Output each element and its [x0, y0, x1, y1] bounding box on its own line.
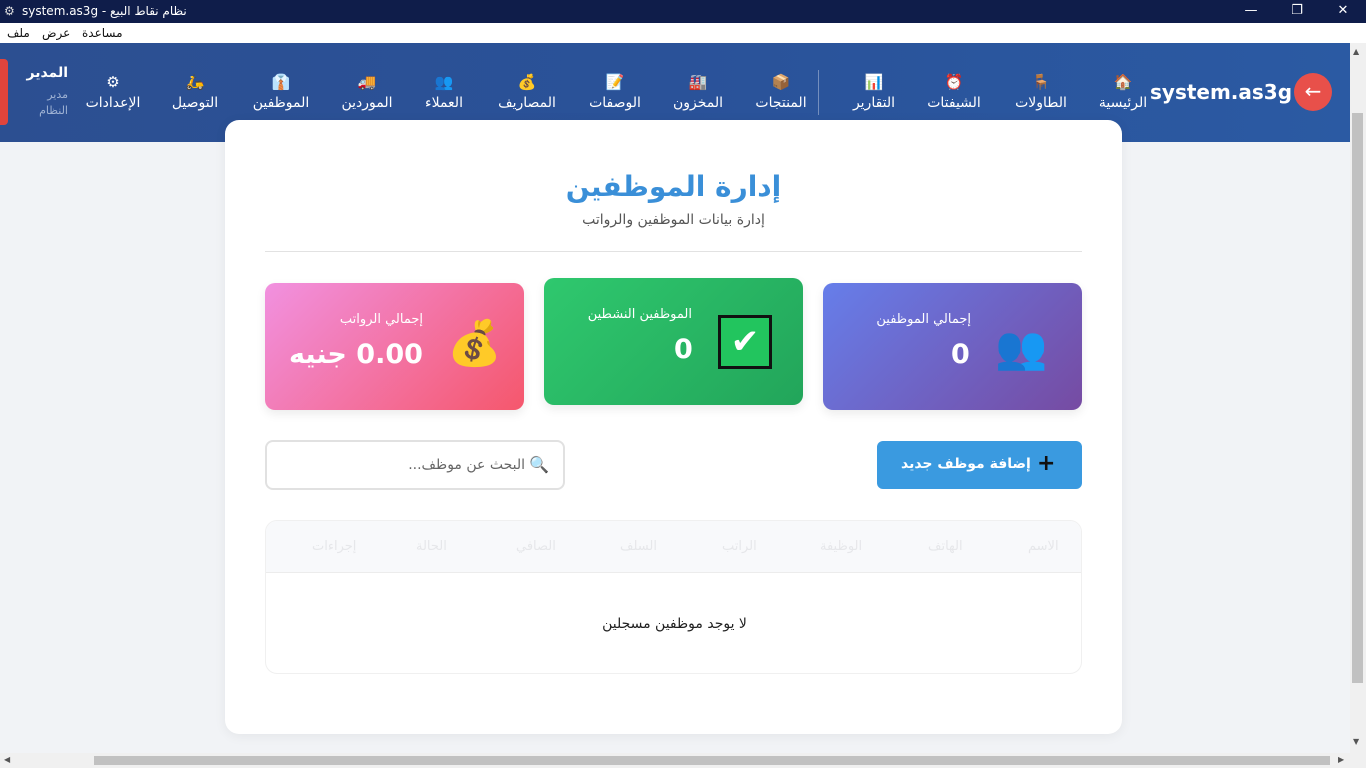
nav-label: التوصيل — [171, 95, 219, 111]
nav-label: التقارير — [852, 95, 896, 111]
nav-item-reports[interactable]: 📊 التقارير — [846, 73, 902, 117]
plus-icon: + — [1037, 451, 1056, 476]
nav-label: الطاولات — [1015, 95, 1067, 111]
menu-help[interactable]: مساعدة — [82, 26, 123, 40]
box-icon: 📦 — [771, 73, 791, 91]
home-icon: 🏠 — [1113, 73, 1133, 91]
people-icon: 👥 — [434, 73, 454, 91]
nav-item-suppliers[interactable]: 🚚 الموردين — [334, 73, 400, 117]
nav-item-delivery[interactable]: 🛵 التوصيل — [162, 73, 228, 117]
arrow-left-icon: ← — [1304, 79, 1322, 103]
money-bag-icon: 💰 — [447, 318, 502, 369]
scroll-down-arrow-icon[interactable]: ▼ — [1353, 737, 1359, 746]
vertical-scroll-thumb[interactable] — [1352, 113, 1363, 683]
scooter-icon: 🛵 — [185, 73, 205, 91]
column-header-advances: السلف — [620, 539, 657, 554]
scroll-left-arrow-icon[interactable]: ◀ — [4, 755, 10, 764]
money-bag-icon: 💰 — [517, 73, 537, 91]
divider — [265, 251, 1082, 252]
nav-item-products[interactable]: 📦 المنتجات — [748, 73, 814, 117]
column-header-job: الوظيفة — [820, 539, 863, 554]
nav-label: الموردين — [341, 95, 393, 111]
nav-separator — [818, 70, 819, 115]
nav-item-inventory[interactable]: 🏭 المخزون — [666, 73, 730, 117]
people-icon: 👥 — [995, 323, 1048, 372]
nav-item-settings[interactable]: ⚙ الإعدادات — [78, 73, 148, 117]
nav-item-customers[interactable]: 👥 العملاء — [414, 73, 474, 117]
scroll-right-arrow-icon[interactable]: ▶ — [1338, 755, 1344, 764]
nav-label: المنتجات — [755, 95, 807, 111]
nav-label: الرئيسية — [1098, 95, 1148, 111]
stat-card-total-employees: إجمالي الموظفين 0 👥 — [823, 283, 1082, 410]
vertical-scrollbar[interactable]: ▲ ▼ — [1350, 43, 1366, 753]
scrollbar-corner — [1350, 753, 1366, 768]
stat-value: 0 — [951, 339, 970, 370]
menu-file[interactable]: ملف — [7, 26, 30, 40]
check-icon: ✔ — [718, 315, 772, 369]
stat-card-total-salaries: إجمالي الرواتب 0.00 جنيه 💰 — [265, 283, 524, 410]
page-subtitle: إدارة بيانات الموظفين والرواتب — [582, 212, 765, 228]
column-header-actions: إجراءات — [312, 539, 357, 554]
minimize-button[interactable]: — — [1228, 0, 1274, 23]
user-name: المدير — [26, 65, 69, 81]
empty-state-message: لا يوجد موظفين مسجلين — [602, 616, 747, 632]
nav-item-recipes[interactable]: 📝 الوصفات — [582, 73, 648, 117]
gear-icon: ⚙ — [106, 73, 120, 91]
table-header: الاسم الهاتف الوظيفة الراتب السلف الصافي… — [266, 521, 1081, 573]
back-button[interactable]: ← — [1294, 73, 1332, 111]
column-header-status: الحالة — [416, 539, 447, 554]
column-header-name: الاسم — [1028, 539, 1059, 554]
page-title: إدارة الموظفين — [565, 170, 782, 203]
nav-label: العملاء — [425, 95, 463, 111]
add-employee-button[interactable]: إضافة موظف جديد + — [877, 441, 1082, 489]
search-icon: 🔍 — [529, 455, 549, 474]
user-role: مدير النظام — [39, 88, 68, 117]
scroll-up-arrow-icon[interactable]: ▲ — [1353, 47, 1359, 56]
stat-card-active-employees: الموظفين النشطين 0 ✔ — [544, 278, 803, 405]
search-input[interactable] — [277, 454, 525, 476]
nav-item-shifts[interactable]: ⏰ الشيفتات — [918, 73, 990, 117]
brand-name: system.as3g — [1150, 80, 1293, 104]
alarm-clock-icon: ⏰ — [944, 73, 964, 91]
stat-label: إجمالي الموظفين — [876, 312, 971, 327]
maximize-button[interactable]: ❐ — [1274, 0, 1320, 23]
memo-icon: 📝 — [605, 73, 625, 91]
stat-value: 0 — [674, 334, 693, 365]
column-header-phone: الهاتف — [928, 539, 963, 554]
window-title: نظام نقاط البيع - system.as3g — [22, 4, 187, 18]
nav-item-employees[interactable]: 👔 الموظفين — [244, 73, 318, 117]
window-titlebar: ⚙ نظام نقاط البيع - system.as3g — ❐ ✕ — [0, 0, 1366, 23]
employees-table: الاسم الهاتف الوظيفة الراتب السلف الصافي… — [265, 520, 1082, 674]
horizontal-scrollbar[interactable]: ◀ ▶ — [0, 753, 1350, 768]
stat-label: الموظفين النشطين — [587, 307, 692, 322]
chart-icon: 📊 — [864, 73, 884, 91]
search-box[interactable]: 🔍 — [265, 440, 565, 490]
nav-label: الشيفتات — [927, 95, 981, 111]
nav-label: الموظفين — [252, 95, 310, 111]
suit-icon: 👔 — [271, 73, 291, 91]
stat-value: 0.00 جنيه — [289, 339, 423, 370]
horizontal-scroll-thumb[interactable] — [94, 756, 1330, 765]
truck-icon: 🚚 — [357, 73, 377, 91]
nav-label: المخزون — [672, 95, 724, 111]
column-header-net: الصافي — [516, 539, 556, 554]
chair-icon: 🪑 — [1031, 73, 1051, 91]
nav-item-expenses[interactable]: 💰 المصاريف — [490, 73, 564, 117]
nav-item-tables[interactable]: 🪑 الطاولات — [1008, 73, 1074, 117]
nav-label: الوصفات — [589, 95, 641, 111]
column-header-salary: الراتب — [722, 539, 757, 554]
stat-label: إجمالي الرواتب — [339, 312, 423, 327]
employees-panel: إدارة الموظفين إدارة بيانات الموظفين وال… — [225, 120, 1122, 734]
add-employee-label: إضافة موظف جديد — [901, 456, 1031, 472]
nav-label: المصاريف — [498, 95, 556, 111]
warehouse-icon: 🏭 — [688, 73, 708, 91]
close-button[interactable]: ✕ — [1320, 0, 1366, 23]
menu-view[interactable]: عرض — [42, 26, 70, 40]
user-accent-strip — [0, 59, 8, 125]
app-icon: ⚙ — [4, 4, 15, 18]
nav-item-home[interactable]: 🏠 الرئيسية — [1090, 73, 1156, 117]
nav-label: الإعدادات — [85, 95, 141, 111]
menu-bar: مساعدة عرض ملف — [0, 23, 1366, 43]
